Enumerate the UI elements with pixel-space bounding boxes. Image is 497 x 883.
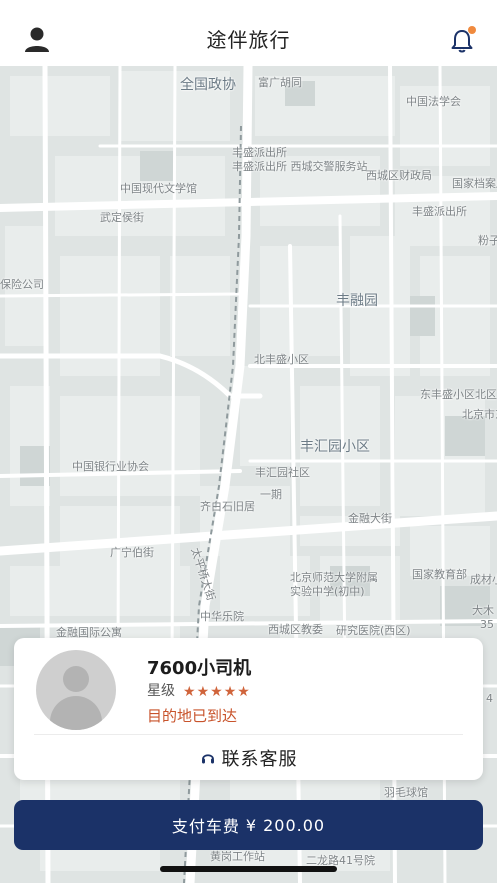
map-label: 全国政协 [180, 77, 236, 93]
rating-label: 星级 [147, 683, 175, 699]
app-title: 途伴旅行 [206, 28, 291, 52]
map-label: 北丰盛小区 [254, 353, 309, 366]
headset-icon [201, 754, 214, 764]
map-label: 齐白石旧居 [200, 500, 255, 513]
map-label: 广宁伯街 [110, 546, 154, 559]
map-label: 中国法学会 [406, 95, 461, 108]
rating-stars: ★★★★★ [183, 681, 251, 700]
map-label: 富广胡同 [258, 76, 302, 89]
map-label: 金融大街 [348, 512, 392, 525]
map-label: 东丰盛小区北区 [420, 388, 497, 401]
map-label: 丰盛派出所 [412, 205, 467, 218]
map-label: 北京市东 [462, 408, 497, 421]
trip-status: 目的地已到达 [147, 707, 238, 725]
map-label: 羽毛球馆 [384, 786, 428, 799]
star-icon: ★ [183, 683, 196, 700]
map-label: 一期 [260, 488, 282, 501]
map-label: 武定侯街 [100, 211, 144, 224]
map-label: 35 [480, 618, 494, 631]
map-label: 中国银行业协会 [72, 460, 149, 473]
map-label: 西城区教委 [268, 623, 323, 636]
fare-amount: 200.00 [263, 815, 326, 835]
map-label: 研究医院(西区) [336, 624, 411, 637]
map-label: 北京师范大学附属 实验中学(初中) [290, 571, 378, 598]
map-label: 国家教育部 [412, 568, 467, 581]
map-label: 丰汇园社区 [255, 466, 310, 479]
pay-fare-label: 支付车费 [171, 817, 240, 836]
map-label: 保险公司 [0, 278, 44, 291]
map-label: 丰汇园小区 [300, 439, 370, 455]
card-divider [34, 734, 463, 735]
notification-badge [468, 26, 476, 34]
contact-support-label: 联系客服 [221, 749, 298, 770]
star-icon: ★ [210, 683, 223, 700]
driver-info-card: 7600小司机 星级 ★★★★★ 目的地已到达 联系客服 [14, 638, 483, 780]
star-icon: ★ [223, 683, 237, 700]
map-label: 丰盛派出所 西城交警服务站 [232, 160, 368, 173]
currency-symbol: ¥ [245, 815, 258, 835]
star-icon: ★ [196, 683, 210, 700]
home-indicator[interactable] [160, 866, 337, 872]
app-header: 途伴旅行 [0, 0, 497, 66]
map-label: 黄岗工作站 [210, 850, 265, 863]
notification-button[interactable] [449, 26, 476, 55]
map-label: 成材小学 [470, 573, 497, 586]
map-label: 粉子 [478, 234, 497, 247]
default-avatar-icon [36, 650, 116, 730]
map-label: 中国现代文学馆 [120, 182, 197, 195]
map-label: 中华乐院 [200, 610, 244, 623]
contact-support-button[interactable]: 联系客服 [14, 744, 483, 772]
driver-rating: 星级 ★★★★★ [147, 681, 251, 700]
map-label: 国家档案局 [452, 177, 497, 190]
map-label: 丰融园 [336, 293, 378, 309]
map-label: 4 [486, 692, 493, 705]
pay-fare-button[interactable]: 支付车费 ¥ 200.00 [14, 800, 483, 850]
driver-name: 7600小司机 [147, 658, 252, 679]
map-label: 大木 [472, 604, 494, 617]
star-icon: ★ [237, 683, 250, 700]
map-label: 西城区财政局 [366, 169, 432, 182]
